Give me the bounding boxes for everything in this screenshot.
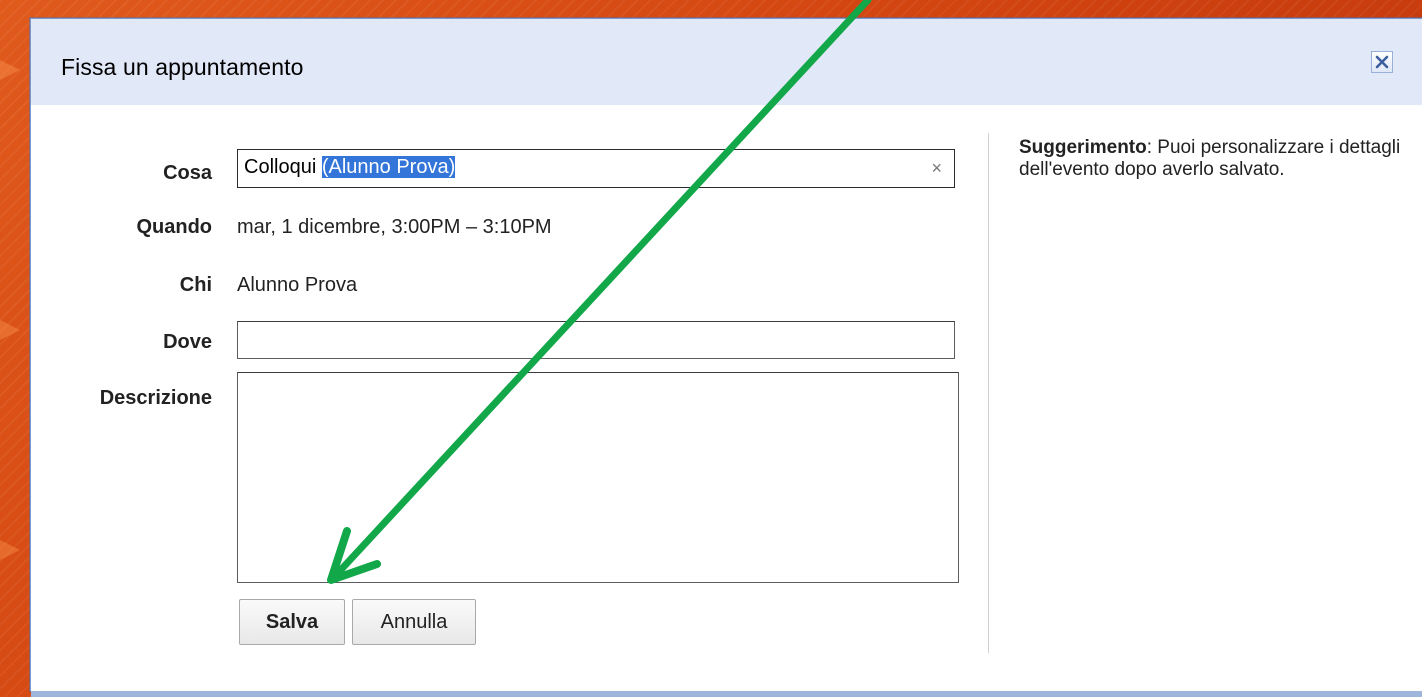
clear-icon[interactable]: ×: [931, 158, 942, 179]
dove-input[interactable]: [237, 321, 955, 359]
chi-label: Chi: [179, 274, 212, 296]
descrizione-textarea[interactable]: [237, 372, 959, 583]
background-decoration: [0, 40, 20, 100]
tip-box: Suggerimento: Puoi personalizzare i dett…: [1019, 137, 1419, 181]
dialog-title: Fissa un appuntamento: [61, 54, 304, 80]
close-button[interactable]: [1371, 51, 1393, 73]
chi-value: Alunno Prova: [237, 274, 358, 296]
save-button[interactable]: Salva: [239, 599, 345, 645]
cosa-label: Cosa: [163, 162, 212, 184]
dialog-header: Fissa un appuntamento: [31, 19, 1422, 105]
quando-label: Quando: [136, 216, 212, 238]
cancel-button[interactable]: Annulla: [352, 599, 476, 645]
cosa-input-text: Colloqui (Alunno Prova): [244, 156, 456, 179]
close-icon: [1375, 55, 1389, 69]
background-decoration: [0, 520, 20, 580]
quando-value: mar, 1 dicembre, 3:00PM – 3:10PM: [237, 216, 552, 238]
dove-label: Dove: [163, 331, 212, 353]
cosa-text-selected: (Alunno Prova): [321, 156, 456, 178]
vertical-divider: [988, 133, 989, 653]
descrizione-label: Descrizione: [99, 387, 212, 409]
appointment-dialog: Fissa un appuntamento Cosa Colloqui (Alu…: [30, 18, 1422, 697]
tip-title: Suggerimento: [1019, 137, 1147, 158]
background-decoration: [0, 300, 20, 360]
cosa-input[interactable]: Colloqui (Alunno Prova) ×: [237, 149, 955, 188]
cosa-text-plain: Colloqui: [244, 156, 322, 178]
